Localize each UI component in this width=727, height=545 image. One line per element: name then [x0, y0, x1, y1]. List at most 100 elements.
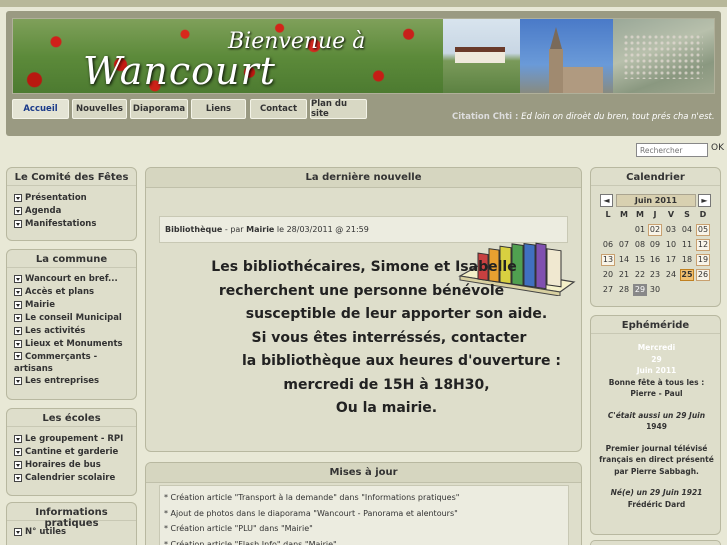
calendar-day[interactable]: 06 [601, 239, 615, 251]
menu-item[interactable]: Horaires de bus [14, 459, 136, 472]
calendar-day[interactable]: 01 [633, 224, 647, 236]
nav-diaporama[interactable]: Diaporama [130, 99, 188, 119]
calendar-prev-button[interactable]: ◄ [600, 194, 613, 207]
dropdown-arrow-icon [14, 194, 22, 202]
nav-plan-du-site[interactable]: Plan du site [310, 99, 367, 119]
news-line: recherchent une personne bénévole [218, 282, 505, 299]
calendar-day[interactable]: 02 [648, 224, 662, 236]
comite-title: Le Comité des Fêtes [7, 168, 136, 186]
nav-nouvelles[interactable]: Nouvelles [72, 99, 127, 119]
menu-item[interactable]: Wancourt en bref... [14, 273, 136, 286]
menu-item[interactable]: Le groupement - RPI [14, 433, 136, 446]
news-line: susceptible de leur apporter son aide. [245, 306, 548, 322]
calendar-day[interactable]: 11 [680, 239, 694, 251]
calendar-day[interactable]: 18 [680, 254, 694, 266]
calendar-day[interactable]: 13 [601, 254, 615, 266]
search-input[interactable] [636, 143, 708, 157]
menu-item[interactable]: Accès et plans [14, 286, 136, 299]
updates-box: Mises à jour * Création article "Transpo… [145, 462, 582, 545]
calendar-next-button[interactable]: ► [698, 194, 711, 207]
calendar-day[interactable]: 26 [696, 269, 710, 281]
ecoles-title: Les écoles [7, 409, 136, 427]
calendar-day[interactable]: 22 [633, 269, 647, 281]
dropdown-arrow-icon [14, 301, 22, 309]
menu-item[interactable]: Lieux et Monuments [14, 338, 136, 351]
menu-item[interactable]: Le conseil Municipal [14, 312, 136, 325]
weekday-label: D [699, 210, 707, 219]
dropdown-arrow-icon [14, 314, 22, 322]
eph-event: français en direct présenté [599, 455, 714, 464]
weekday-label: M [636, 210, 644, 219]
eph-event: par Pierre Sabbagh. [614, 466, 699, 476]
news-category[interactable]: Bibliothèque [165, 225, 222, 234]
banner-town-name: Wancourt [83, 49, 276, 93]
infos-title: Informations pratiques [7, 503, 136, 529]
calendar-day[interactable]: 08 [633, 239, 647, 251]
top-bar [0, 0, 727, 7]
news-author: Mairie [246, 225, 275, 234]
calendar-title: Calendrier [591, 168, 720, 186]
menu-item[interactable]: Agenda [14, 205, 136, 218]
calendar-day[interactable]: 17 [664, 254, 678, 266]
updates-list: * Création article "Transport à la deman… [159, 485, 569, 545]
menu-item[interactable]: Manifestations [14, 218, 136, 231]
eph-born-name: Frédéric Dard [627, 499, 686, 509]
calendar-day[interactable]: 28 [617, 284, 631, 296]
weekday-label: J [653, 210, 657, 219]
dropdown-arrow-icon [14, 528, 22, 536]
citation-chti: Citation Chti : Ed loin on diroèt du bre… [452, 112, 715, 122]
news-date: le 28/03/2011 @ 21:59 [274, 225, 369, 234]
citation-label: Citation Chti : [452, 112, 519, 122]
latest-news-title: La dernière nouvelle [146, 168, 581, 188]
update-item: * Création article "Flash Info" dans "Ma… [164, 539, 337, 545]
calendar-day-highlighted[interactable]: 25 [680, 269, 694, 281]
calendar-day[interactable]: 07 [617, 239, 631, 251]
menu-item[interactable]: Les entreprises [14, 375, 136, 388]
dropdown-arrow-icon [14, 474, 22, 482]
commune-box: La commune Wancourt en bref... Accès et … [6, 249, 137, 400]
menu-item[interactable]: Calendrier scolaire [14, 472, 136, 485]
menu-item[interactable]: Cantine et garderie [14, 446, 136, 459]
search-ok-button[interactable]: OK [711, 143, 724, 153]
commune-title: La commune [7, 250, 136, 268]
citation-text: Ed loin on diroèt du bren, tout prés cha… [521, 112, 715, 122]
calendar-day[interactable]: 03 [664, 224, 678, 236]
calendar-day[interactable]: 09 [648, 239, 662, 251]
dropdown-arrow-icon [14, 352, 22, 360]
dropdown-arrow-icon [14, 461, 22, 469]
next-box-edge [590, 540, 721, 545]
calendar-day[interactable]: 24 [664, 269, 678, 281]
news-line: la bibliothèque aux heures d'ouverture : [242, 353, 561, 369]
comite-box: Le Comité des Fêtes Présentation Agenda … [6, 167, 137, 241]
updates-title: Mises à jour [146, 463, 581, 483]
eph-day: Mercredi [637, 343, 676, 352]
eph-born: Né(e) un 29 Juin 1921 [610, 488, 703, 497]
calendar-day[interactable]: 23 [648, 269, 662, 281]
calendar-day[interactable]: 15 [633, 254, 647, 266]
ephemeride-title: Ephéméride [591, 316, 720, 334]
menu-item[interactable]: Commerçants - artisans [14, 351, 132, 375]
menu-item[interactable]: Présentation [14, 192, 136, 205]
nav-liens[interactable]: Liens [191, 99, 246, 119]
dropdown-arrow-icon [14, 377, 22, 385]
calendar-day[interactable]: 04 [680, 224, 694, 236]
calendar-day[interactable]: 21 [617, 269, 631, 281]
calendar-day[interactable]: 05 [696, 224, 710, 236]
calendar-day[interactable]: 10 [664, 239, 678, 251]
nav-accueil[interactable]: Accueil [12, 99, 69, 119]
calendar-day[interactable]: 27 [601, 284, 615, 296]
calendar-day[interactable]: 20 [601, 269, 615, 281]
menu-item[interactable]: Mairie [14, 299, 136, 312]
weekday-label: S [684, 210, 690, 219]
menu-item[interactable]: Les activités [14, 325, 136, 338]
dropdown-arrow-icon [14, 275, 22, 283]
dropdown-arrow-icon [14, 435, 22, 443]
calendar-day[interactable]: 16 [648, 254, 662, 266]
calendar-day[interactable]: 12 [696, 239, 710, 251]
calendar-day[interactable]: 19 [696, 254, 710, 266]
eph-fete-names: Pierre - Paul [630, 389, 683, 398]
calendar-day-today[interactable]: 29 [633, 284, 647, 296]
calendar-day[interactable]: 14 [617, 254, 631, 266]
calendar-day[interactable]: 30 [648, 284, 662, 296]
nav-contact[interactable]: Contact [250, 99, 307, 119]
